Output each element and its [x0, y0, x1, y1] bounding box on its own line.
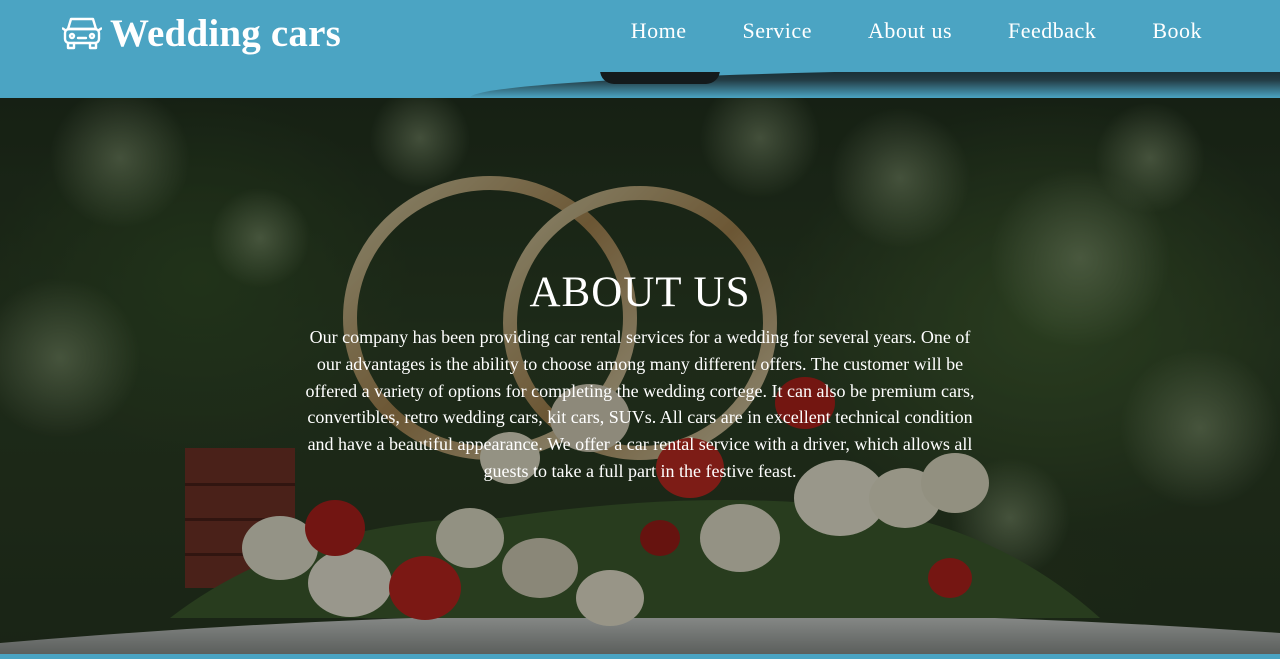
brand-logo[interactable]: Wedding cars [62, 10, 341, 56]
site-header: Wedding cars Home Service About us Feedb… [0, 0, 1280, 72]
nav-book-link[interactable]: Book [1124, 18, 1202, 44]
about-title: ABOUT US [529, 269, 751, 316]
footer-strip [0, 654, 1280, 659]
car-roof-shadow [600, 70, 720, 84]
nav-feedback-link[interactable]: Feedback [980, 18, 1124, 44]
brand-name: Wedding cars [110, 11, 342, 55]
nav-service-link[interactable]: Service [714, 18, 839, 44]
header-lower-band [0, 68, 1280, 98]
car-silhouette [470, 68, 1280, 98]
car-front-icon [62, 17, 102, 50]
nav-home-link[interactable]: Home [603, 18, 715, 44]
nav-about-link[interactable]: About us [840, 18, 980, 44]
main-nav: Home Service About us Feedback Book [603, 18, 1202, 44]
about-hero: ABOUT US Our company has been providing … [0, 98, 1280, 654]
about-description: Our company has been providing car renta… [305, 327, 975, 481]
